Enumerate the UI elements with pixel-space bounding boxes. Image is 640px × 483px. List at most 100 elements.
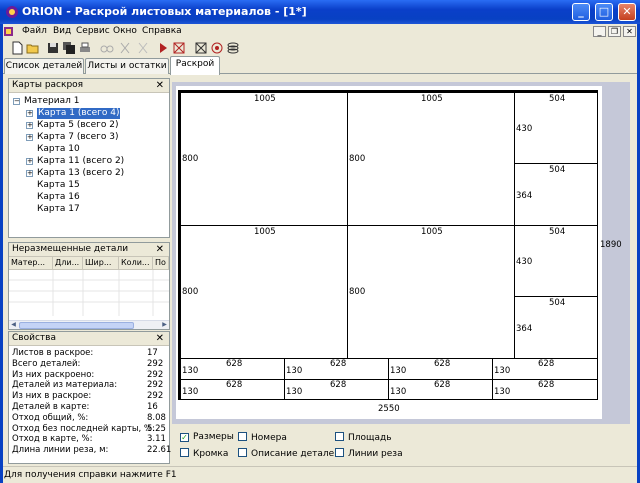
part-piece[interactable]: 628 130 <box>180 358 285 380</box>
checkbox-part-description[interactable] <box>238 448 247 457</box>
column-header-extra[interactable]: По <box>153 257 169 270</box>
open-folder-icon[interactable] <box>26 41 40 55</box>
cutting-maps-panel: Карты раскроя ✕ − Материал 1 + Карта 1 (в… <box>8 78 170 238</box>
part-piece[interactable]: 504 364 <box>514 163 598 226</box>
part-piece[interactable]: 504 430 <box>514 92 598 164</box>
tree-item-map[interactable]: Карта 15 <box>9 180 164 191</box>
expand-icon[interactable]: + <box>26 122 33 129</box>
tree-item-map[interactable]: + Карта 5 (всего 2) <box>9 120 164 131</box>
panel-title: Карты раскроя <box>12 80 84 90</box>
scroll-left-icon[interactable]: ◀ <box>9 321 18 329</box>
stop-icon[interactable] <box>172 41 186 55</box>
mdi-restore-button[interactable]: ❐ <box>608 26 621 37</box>
print-icon[interactable] <box>78 41 92 55</box>
property-value: 17 <box>147 348 158 358</box>
part-piece[interactable]: 628 130 <box>180 379 285 400</box>
part-piece[interactable]: 628 130 <box>492 358 598 380</box>
run-icon[interactable] <box>156 41 170 55</box>
menu-view[interactable]: Вид <box>53 26 71 36</box>
tab-parts-list[interactable]: Список деталей <box>4 58 84 74</box>
option-numbers[interactable]: Номера <box>238 432 287 443</box>
part-piece[interactable]: 628 130 <box>492 379 598 400</box>
option-cut-lines[interactable]: Линии реза <box>335 448 403 459</box>
height-label: 800 <box>349 287 366 297</box>
tree-root[interactable]: − Материал 1 <box>9 96 159 107</box>
option-edge[interactable]: Кромка <box>180 448 228 459</box>
close-icon[interactable]: ✕ <box>156 332 164 345</box>
clear-icon[interactable] <box>194 41 208 55</box>
width-label: 628 <box>226 359 243 369</box>
part-piece[interactable]: 628 130 <box>284 358 389 380</box>
save-icon[interactable] <box>46 41 60 55</box>
expand-icon[interactable]: + <box>26 134 33 141</box>
document-icon[interactable] <box>3 26 14 37</box>
expand-icon[interactable]: + <box>26 110 33 117</box>
cut-icon[interactable] <box>118 41 132 55</box>
width-label: 628 <box>538 380 555 390</box>
tree-item-map[interactable]: Карта 16 <box>9 192 164 203</box>
option-area[interactable]: Площадь <box>335 432 392 443</box>
scroll-right-icon[interactable]: ▶ <box>160 321 169 329</box>
column-header-width[interactable]: Шир... <box>83 257 119 270</box>
close-icon[interactable]: ✕ <box>156 79 164 92</box>
part-piece[interactable]: 1005 800 <box>347 92 515 226</box>
tree-item-label: Карта 11 (всего 2) <box>37 156 125 166</box>
checkbox-cut-lines[interactable] <box>335 448 344 457</box>
part-piece[interactable]: 1005 800 <box>180 225 348 359</box>
save-all-icon[interactable] <box>62 41 76 55</box>
sheet-height-label: 1890 <box>600 240 622 250</box>
expand-icon[interactable]: + <box>26 170 33 177</box>
menu-service[interactable]: Сервис <box>76 26 110 36</box>
tab-cutting[interactable]: Раскрой <box>170 56 220 75</box>
option-dimensions[interactable]: ✓ Размеры <box>180 432 234 443</box>
tree-item-map[interactable]: Карта 10 <box>9 144 164 155</box>
horizontal-scrollbar[interactable]: ◀ ▶ <box>9 320 169 329</box>
property-value: 292 <box>147 369 164 380</box>
checkbox-edge[interactable] <box>180 448 189 457</box>
expand-icon[interactable]: + <box>26 158 33 165</box>
option-part-description[interactable]: Описание деталей <box>238 448 340 459</box>
column-header-quantity[interactable]: Коли... <box>119 257 153 270</box>
height-label: 130 <box>286 366 303 376</box>
part-piece[interactable]: 628 130 <box>284 379 389 400</box>
option-label: Размеры <box>193 432 234 442</box>
tab-sheets-remnants[interactable]: Листы и остатки <box>85 58 169 74</box>
layers-icon[interactable] <box>226 41 240 55</box>
part-piece[interactable]: 504 430 <box>514 225 598 297</box>
panel-header: Карты раскроя ✕ <box>9 79 169 93</box>
part-piece[interactable]: 628 130 <box>388 358 493 380</box>
close-icon[interactable]: ✕ <box>156 243 164 256</box>
tree-item-map[interactable]: Карта 17 <box>9 204 164 215</box>
minimize-button[interactable]: _ <box>572 3 590 21</box>
collapse-icon[interactable]: − <box>13 98 20 105</box>
new-file-icon[interactable] <box>10 41 24 55</box>
tree-item-label: Карта 17 <box>37 204 80 214</box>
part-piece[interactable]: 628 130 <box>388 379 493 400</box>
scroll-thumb[interactable] <box>19 322 134 329</box>
checkbox-dimensions[interactable]: ✓ <box>180 433 189 442</box>
tree-item-map[interactable]: + Карта 1 (всего 4) <box>9 108 164 119</box>
column-header-material[interactable]: Матер... <box>9 257 53 270</box>
part-piece[interactable]: 504 364 <box>514 296 598 359</box>
tree-item-map[interactable]: + Карта 13 (всего 2) <box>9 168 164 179</box>
part-piece[interactable]: 1005 800 <box>180 92 348 226</box>
tree-item-map[interactable]: + Карта 7 (всего 3) <box>9 132 164 143</box>
checkbox-numbers[interactable] <box>238 432 247 441</box>
checkbox-area[interactable] <box>335 432 344 441</box>
copy-icon[interactable] <box>136 41 150 55</box>
width-label: 628 <box>330 380 347 390</box>
part-piece[interactable]: 1005 800 <box>347 225 515 359</box>
menu-help[interactable]: Справка <box>142 26 182 36</box>
menu-window[interactable]: Окно <box>113 26 137 36</box>
menu-file[interactable]: Файл <box>22 26 47 36</box>
find-icon[interactable] <box>100 41 114 55</box>
mdi-minimize-button[interactable]: _ <box>593 26 606 37</box>
close-button[interactable]: ✕ <box>618 3 636 21</box>
mdi-close-button[interactable]: ✕ <box>623 26 636 37</box>
sheet-layout[interactable]: 1005 800 1005 800 504 430 504 364 1005 8… <box>178 90 598 400</box>
column-header-length[interactable]: Дли... <box>53 257 83 270</box>
tree-item-map[interactable]: + Карта 11 (всего 2) <box>9 156 164 167</box>
maximize-button[interactable]: □ <box>595 3 613 21</box>
property-row: Всего деталей: 292 <box>12 359 167 369</box>
target-icon[interactable] <box>210 41 224 55</box>
